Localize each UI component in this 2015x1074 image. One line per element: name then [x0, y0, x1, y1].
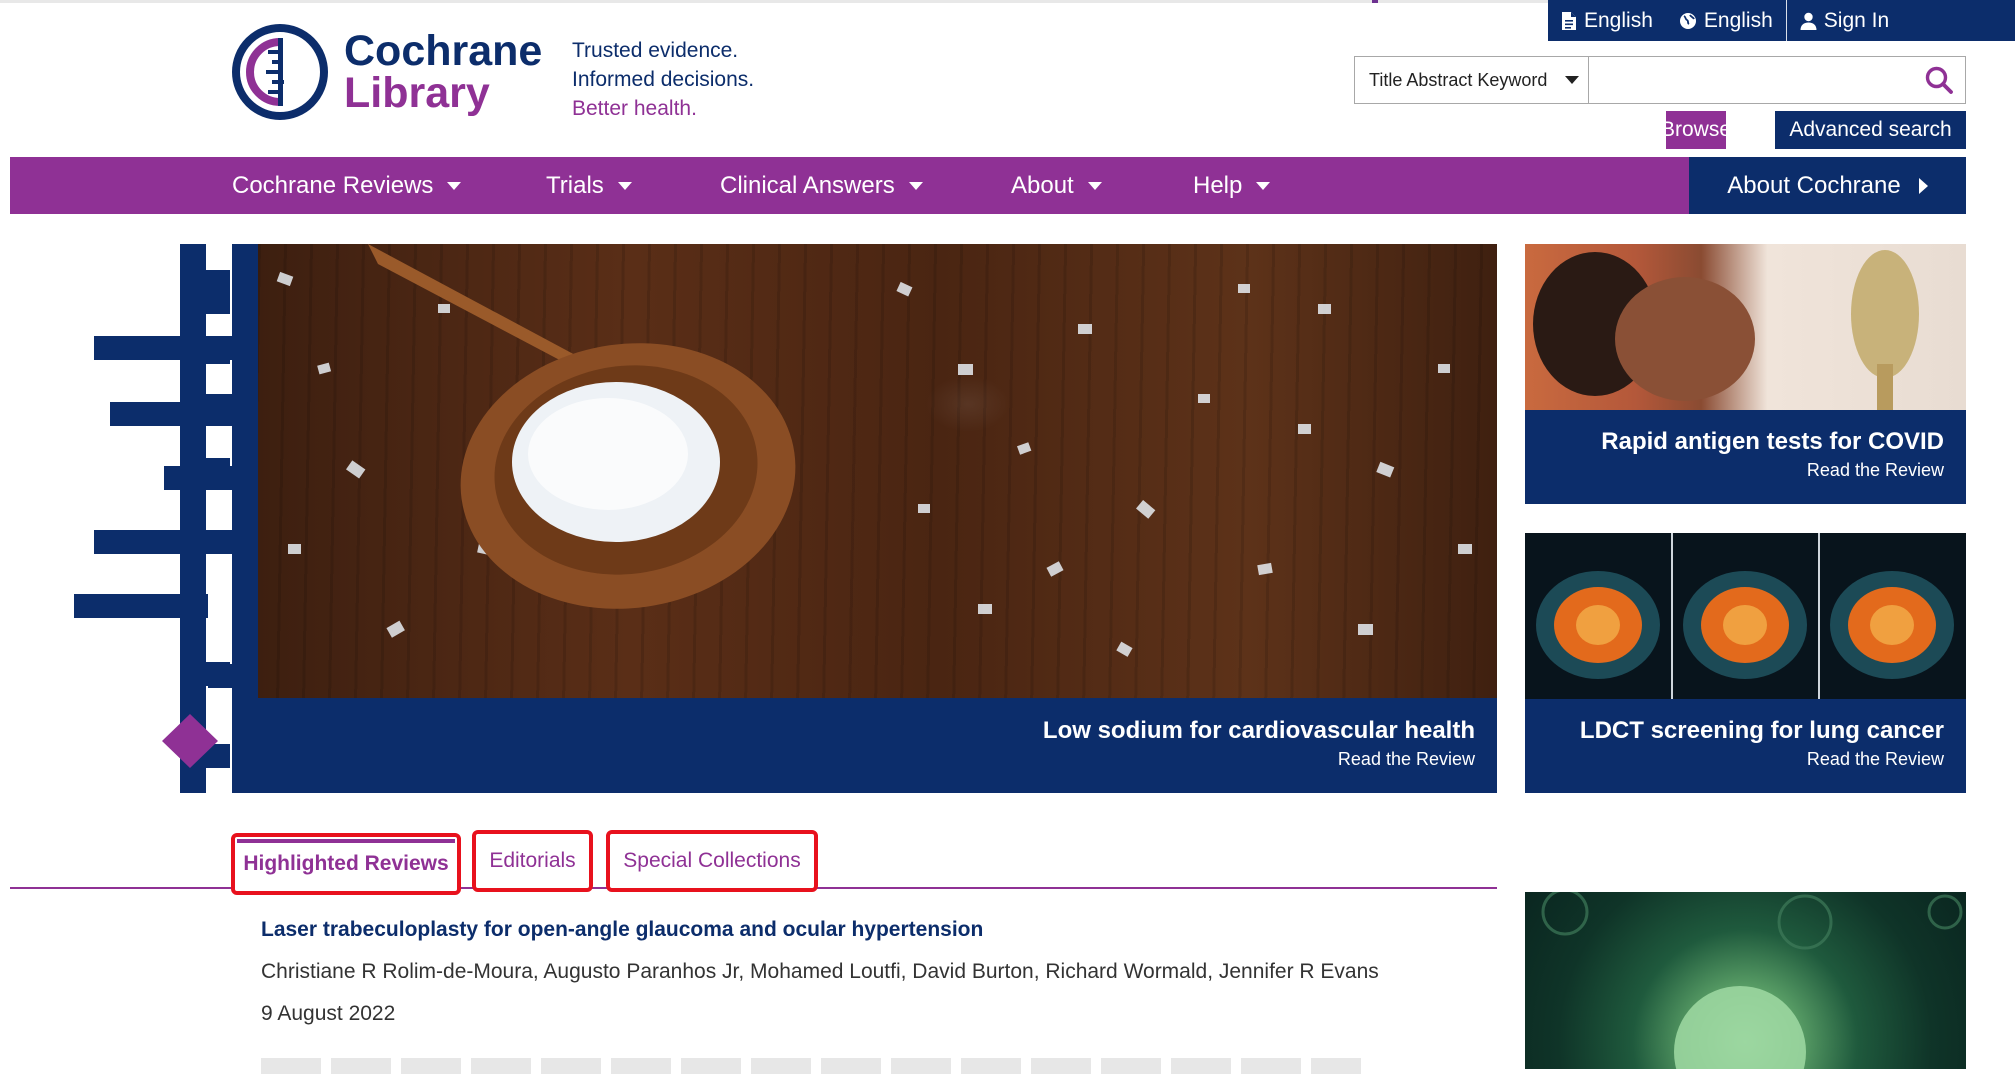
nav-label: Trials — [546, 171, 604, 199]
hero-image — [258, 244, 1497, 698]
cochrane-logo-icon — [232, 24, 328, 120]
caret-down-icon — [617, 181, 632, 190]
globe-icon — [1679, 12, 1696, 29]
about-cochrane-label: About Cochrane — [1727, 171, 1901, 199]
top-border — [0, 0, 1548, 3]
tagline-line-2: Informed decisions. — [572, 68, 755, 91]
hero-title: Low sodium for cardiovascular health — [1042, 717, 1475, 744]
nav-cochrane-reviews[interactable]: Cochrane Reviews — [232, 157, 462, 214]
nav-help[interactable]: Help — [1193, 157, 1271, 214]
tab-highlighted-reviews[interactable]: Highlighted Reviews — [231, 833, 461, 895]
tab-editorials[interactable]: Editorials — [472, 830, 593, 892]
document-icon — [1562, 11, 1576, 30]
logo-text-cochrane: Cochrane — [344, 27, 543, 75]
utility-divider — [1785, 0, 1787, 41]
nav-trials[interactable]: Trials — [546, 157, 632, 214]
nav-clinical-answers[interactable]: Clinical Answers — [720, 157, 923, 214]
nav-label: Clinical Answers — [720, 171, 895, 199]
review-list-item: Laser trabeculoplasty for open-angle gla… — [261, 918, 1481, 1074]
person-testing-illustration — [1533, 250, 1919, 414]
search-input[interactable] — [1589, 57, 1913, 103]
salt-crystals-illustration — [276, 244, 1472, 657]
interface-language-label: English — [1703, 8, 1773, 32]
tagline-line-1: Trusted evidence. — [572, 39, 739, 62]
hero-read-link[interactable]: Read the Review — [1043, 749, 1475, 770]
content-language-label: English — [1584, 8, 1653, 32]
caret-right-icon — [1918, 177, 1928, 194]
caret-down-icon — [447, 181, 462, 190]
search-scope-select[interactable]: Title Abstract Keyword — [1355, 57, 1589, 103]
nav-label: Help — [1193, 171, 1243, 199]
feature-title-lung-cancer: LDCT screening for lung cancer — [1579, 717, 1944, 744]
review-authors: Christiane R Rolim-de-Moura, Augusto Par… — [261, 960, 1379, 983]
feature-image-covid — [1525, 244, 1966, 414]
advanced-search-button[interactable]: Advanced search — [1775, 111, 1966, 149]
feature-card-lung-cancer[interactable]: LDCT screening for lung cancer Read the … — [1525, 533, 1966, 793]
sign-in-link[interactable]: Sign In — [1787, 0, 1902, 41]
ct-scan-illustration — [1525, 533, 1966, 703]
hero-caption: Low sodium for cardiovascular health Rea… — [1043, 717, 1475, 770]
nav-label: About — [1011, 171, 1074, 199]
about-cochrane-link[interactable]: About Cochrane — [1689, 157, 1966, 214]
caret-down-icon — [1087, 181, 1102, 190]
feature-title-covid: Rapid antigen tests for COVID — [1601, 428, 1944, 455]
feature-card-virus[interactable] — [1525, 892, 1966, 1069]
tagline: Trusted evidence. Informed decisions. Be… — [572, 36, 754, 123]
tagline-line-3: Better health. — [572, 97, 697, 120]
tab-label: Highlighted Reviews — [243, 852, 449, 875]
virus-illustration — [1541, 892, 1963, 1069]
search-button[interactable] — [1913, 57, 1965, 103]
sign-in-label: Sign In — [1823, 8, 1890, 32]
top-notch — [1372, 0, 1378, 3]
feature-read-link-covid[interactable]: Read the Review — [1601, 460, 1944, 481]
search-scope-label: Title Abstract Keyword — [1369, 69, 1548, 90]
user-icon — [1800, 12, 1817, 30]
tab-special-collections[interactable]: Special Collections — [606, 830, 818, 892]
cochrane-logo[interactable]: Cochrane Library — [232, 24, 542, 120]
hero-feature[interactable]: Low sodium for cardiovascular health Rea… — [232, 244, 1497, 793]
main-navigation: Cochrane Reviews Trials Clinical Answers… — [10, 157, 1966, 214]
tab-label: Editorials — [489, 849, 576, 872]
chevron-down-icon — [1565, 76, 1579, 84]
feature-caption-covid: Rapid antigen tests for COVID Read the R… — [1601, 428, 1944, 481]
caret-down-icon — [1256, 181, 1271, 190]
utility-bar: English English Sign In — [1548, 0, 2015, 41]
logo-text-library: Library — [344, 69, 490, 117]
search-bar: Title Abstract Keyword — [1354, 56, 1966, 104]
feature-caption-lung-cancer: LDCT screening for lung cancer Read the … — [1580, 717, 1944, 770]
review-abstract-truncated — [261, 1058, 1361, 1074]
tab-label: Special Collections — [623, 849, 801, 872]
review-date: 9 August 2022 — [261, 1002, 396, 1025]
nav-label: Cochrane Reviews — [232, 171, 434, 199]
interface-language-menu[interactable]: English — [1666, 0, 1786, 41]
feature-read-link-lung-cancer[interactable]: Read the Review — [1580, 749, 1944, 770]
nav-about[interactable]: About — [1011, 157, 1102, 214]
caret-down-icon — [908, 181, 923, 190]
content-language-menu[interactable]: English — [1548, 0, 1666, 41]
browse-button[interactable]: Browse — [1661, 111, 1731, 149]
search-icon — [1925, 66, 1953, 94]
feature-card-covid[interactable]: Rapid antigen tests for COVID Read the R… — [1525, 244, 1966, 504]
review-title-link[interactable]: Laser trabeculoplasty for open-angle gla… — [261, 918, 1481, 942]
